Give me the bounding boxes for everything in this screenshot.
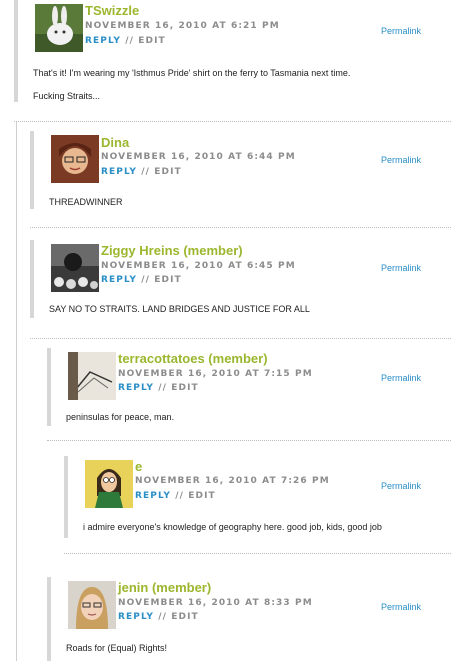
comment-jenin: jenin (member) NOVEMBER 16, 2010 AT 8:33… xyxy=(47,577,451,661)
comment-divider xyxy=(14,121,451,122)
comment-divider xyxy=(64,553,451,554)
action-separator: // xyxy=(158,383,168,393)
comment-body-line: peninsulas for peace, man. xyxy=(66,412,175,422)
permalink-link[interactable]: Permalink xyxy=(381,263,421,273)
comment-actions: REPLY // EDIT xyxy=(135,491,216,501)
comment-actions: REPLY // EDIT xyxy=(101,275,182,285)
comment-divider xyxy=(30,338,451,339)
edit-button[interactable]: EDIT xyxy=(138,36,166,46)
thread-bar xyxy=(64,456,68,538)
comment-timestamp: NOVEMBER 16, 2010 AT 8:33 PM xyxy=(118,598,313,608)
reply-button[interactable]: REPLY xyxy=(118,612,154,622)
thread-bar xyxy=(30,240,34,318)
woman-portrait-avatar[interactable] xyxy=(51,135,99,183)
comment-timestamp: NOVEMBER 16, 2010 AT 6:44 PM xyxy=(101,152,296,162)
permalink-link[interactable]: Permalink xyxy=(381,26,421,36)
dark-photo-avatar[interactable] xyxy=(51,244,99,292)
edit-button[interactable]: EDIT xyxy=(154,167,182,177)
comment-body-line: THREADWINNER xyxy=(49,197,123,207)
action-separator: // xyxy=(141,167,151,177)
comment-terracottatoes: terracottatoes (member) NOVEMBER 16, 201… xyxy=(47,348,451,434)
comment-divider xyxy=(30,227,451,228)
comment-timestamp: NOVEMBER 16, 2010 AT 7:15 PM xyxy=(118,369,313,379)
action-separator: // xyxy=(175,491,185,501)
comment-body-line: Fucking Straits... xyxy=(33,91,101,101)
edit-button[interactable]: EDIT xyxy=(171,612,199,622)
action-separator: // xyxy=(141,275,151,285)
comment-author[interactable]: terracottatoes (member) xyxy=(118,351,268,366)
comment-timestamp: NOVEMBER 16, 2010 AT 6:21 PM xyxy=(85,21,280,31)
comment-e: e NOVEMBER 16, 2010 AT 7:26 PM REPLY // … xyxy=(64,456,451,546)
comment-divider xyxy=(47,440,451,441)
thread-bar xyxy=(14,0,18,102)
comment-author[interactable]: Ziggy Hreins (member) xyxy=(101,243,243,258)
comment-author[interactable]: TSwizzle xyxy=(85,3,139,18)
comment-actions: REPLY // EDIT xyxy=(101,167,182,177)
permalink-link[interactable]: Permalink xyxy=(381,155,421,165)
white-rabbit-avatar[interactable] xyxy=(35,4,83,52)
reply-button[interactable]: REPLY xyxy=(101,167,137,177)
reply-button[interactable]: REPLY xyxy=(85,36,121,46)
comment-body-line: i admire everyone's knowledge of geograp… xyxy=(83,522,382,532)
comment-actions: REPLY // EDIT xyxy=(118,383,199,393)
comment-author[interactable]: e xyxy=(135,459,142,474)
comment-body-line: SAY NO TO STRAITS. LAND BRIDGES AND JUST… xyxy=(49,304,310,314)
comment-body-line: Roads for (Equal) Rights! xyxy=(66,643,168,653)
action-separator: // xyxy=(158,612,168,622)
reply-button[interactable]: REPLY xyxy=(101,275,137,285)
permalink-link[interactable]: Permalink xyxy=(381,481,421,491)
cartoon-character-avatar[interactable] xyxy=(85,460,133,508)
comment-timestamp: NOVEMBER 16, 2010 AT 6:45 PM xyxy=(101,261,296,271)
reply-button[interactable]: REPLY xyxy=(135,491,171,501)
comment-actions: REPLY // EDIT xyxy=(118,612,199,622)
thread-bar xyxy=(30,131,34,209)
comment-actions: REPLY // EDIT xyxy=(85,36,166,46)
thread-bar xyxy=(47,348,51,426)
comment-author[interactable]: Dina xyxy=(101,135,129,150)
comment-author[interactable]: jenin (member) xyxy=(118,580,211,595)
edit-button[interactable]: EDIT xyxy=(154,275,182,285)
comment-tswizzle: TSwizzle NOVEMBER 16, 2010 AT 6:21 PM RE… xyxy=(14,0,451,115)
permalink-link[interactable]: Permalink xyxy=(381,602,421,612)
comment-timestamp: NOVEMBER 16, 2010 AT 7:26 PM xyxy=(135,476,330,486)
reply-button[interactable]: REPLY xyxy=(118,383,154,393)
sketch-avatar[interactable] xyxy=(68,352,116,400)
action-separator: // xyxy=(125,36,135,46)
permalink-link[interactable]: Permalink xyxy=(381,373,421,383)
thread-guide xyxy=(16,122,17,661)
comment-body-line: That's it! I'm wearing my 'Isthmus Pride… xyxy=(33,68,351,78)
thread-bar xyxy=(47,577,51,661)
comment-ziggy: Ziggy Hreins (member) NOVEMBER 16, 2010 … xyxy=(30,240,451,332)
girl-with-glasses-avatar[interactable] xyxy=(68,581,116,629)
comment-dina: Dina NOVEMBER 16, 2010 AT 6:44 PM REPLY … xyxy=(30,131,451,221)
edit-button[interactable]: EDIT xyxy=(188,491,216,501)
edit-button[interactable]: EDIT xyxy=(171,383,199,393)
